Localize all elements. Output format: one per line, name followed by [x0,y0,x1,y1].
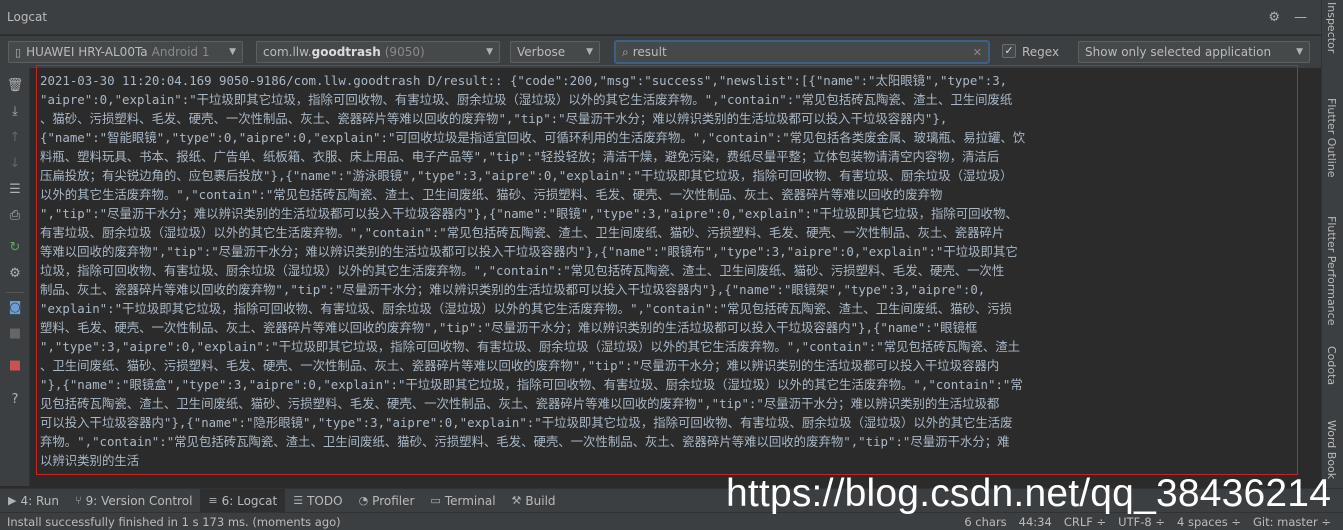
profiler-icon: ◔ [358,494,369,507]
soft-wrap-icon[interactable]: ☰ [0,182,30,197]
chevron-down-icon: ▼ [586,47,593,57]
tool-profiler-label: Profiler [372,493,415,508]
status-chars: 6 chars [964,515,1007,529]
status-message: Install successfully finished in 1 s 173… [7,514,341,529]
regex-label: Regex [1022,45,1060,59]
logcat-actions-gutter: 🗑 ⤓ ↑ ↓ ☰ ⎙ ↻ ⚙ ◙ ■ ■ ? [0,68,30,486]
process-selector[interactable]: com.llw. goodtrash (9050) ▼ [256,41,500,63]
tab-flutter-outline[interactable]: Flutter Outline [1325,98,1338,178]
screen-record-icon[interactable]: ■ [0,326,30,341]
screen-capture-icon[interactable]: ◙ [0,300,30,315]
tool-run-label: 4: Run [20,493,59,508]
chevron-down-icon: ▼ [1296,47,1303,57]
tool-terminal-label: Terminal [444,493,496,508]
device-selector[interactable]: ▯ HUAWEI HRY-AL00Ta Android 1 ▼ [8,41,243,63]
blog-watermark: https://blog.csdn.net/qq_38436214 [726,472,1332,515]
tool-todo-label: TODO [307,493,343,508]
print-icon[interactable]: ⎙ [0,208,30,223]
tool-profiler[interactable]: ◔ Profiler [351,489,423,513]
right-tool-stripe: Inspector Flutter Outline Flutter Perfor… [1321,0,1343,488]
process-pid: (9050) [384,45,425,59]
hide-panel-icon[interactable]: — [1294,11,1307,24]
logcat-icon: ≡ [208,494,218,507]
logcat-toolbar: ▯ HUAWEI HRY-AL00Ta Android 1 ▼ com.llw.… [0,36,1321,68]
settings-icon[interactable]: ⚙ [0,266,30,281]
help-icon[interactable]: ? [0,392,30,407]
tab-inspector[interactable]: Inspector [1325,2,1338,53]
logcat-titlebar: Logcat ⚙ — [0,0,1321,35]
vcs-icon: ⑂ [74,494,82,507]
scroll-to-end-icon[interactable]: ⤓ [0,104,30,119]
status-indent[interactable]: 4 spaces ÷ [1177,515,1241,529]
tool-todo[interactable]: ☰ TODO [285,489,350,513]
clear-log-icon[interactable]: 🗑 [0,78,30,93]
run-icon: ▶ [8,494,17,507]
todo-icon: ☰ [293,494,304,507]
device-name: HUAWEI HRY-AL00Ta [26,45,148,59]
build-icon: ⚒ [511,494,522,507]
tool-logcat-label: 6: Logcat [221,493,278,508]
gutter-divider [6,292,24,293]
log-level-value: Verbose [517,45,566,59]
tab-flutter-performance[interactable]: Flutter Performance [1325,216,1338,325]
restart-icon[interactable]: ↻ [0,240,30,255]
check-icon: ✓ [1004,44,1014,57]
search-icon: ⌕ [622,45,629,59]
tool-version-control[interactable]: ⑂ 9: Version Control [67,489,200,513]
settings-gear-icon[interactable]: ⚙ [1268,11,1280,24]
regex-checkbox[interactable]: ✓ [1002,44,1016,58]
tool-terminal[interactable]: ▭ Terminal [422,489,503,513]
status-vcs-branch[interactable]: Git: master ÷ [1253,515,1331,529]
status-line-separator[interactable]: CRLF ÷ [1064,515,1106,529]
tool-run[interactable]: ▶ 4: Run [0,489,67,513]
chevron-down-icon: ▼ [486,47,493,57]
logcat-search[interactable]: ⌕ ✕ [614,40,990,64]
up-arrow-icon[interactable]: ↑ [0,130,30,145]
search-input[interactable] [628,45,973,59]
tool-logcat[interactable]: ≡ 6: Logcat [200,488,286,513]
tool-build[interactable]: ⚒ Build [504,489,564,513]
tool-version-control-label: 9: Version Control [85,493,193,508]
tab-word-book[interactable]: Word Book [1325,420,1338,479]
status-caret-position[interactable]: 44:34 [1019,515,1052,529]
filter-value: Show only selected application [1085,45,1272,59]
log-message-text[interactable]: 2021-03-30 11:20:04.169 9050-9186/com.ll… [40,71,1292,471]
terminal-icon: ▭ [430,494,441,507]
process-package: com.llw. [263,45,312,59]
device-icon: ▯ [15,45,22,59]
tab-codota[interactable]: Codota [1325,346,1338,385]
clear-search-icon[interactable]: ✕ [973,47,982,58]
device-os: Android 1 [151,45,210,59]
window-title: Logcat [7,10,48,24]
stop-icon[interactable]: ■ [0,358,30,373]
chevron-down-icon: ▼ [229,47,236,57]
down-arrow-icon[interactable]: ↓ [0,156,30,171]
log-level-selector[interactable]: Verbose ▼ [510,41,600,63]
tool-build-label: Build [525,493,556,508]
status-encoding[interactable]: UTF-8 ÷ [1118,515,1165,529]
process-app-name: goodtrash [311,45,381,59]
filter-selector[interactable]: Show only selected application ▼ [1078,41,1310,63]
